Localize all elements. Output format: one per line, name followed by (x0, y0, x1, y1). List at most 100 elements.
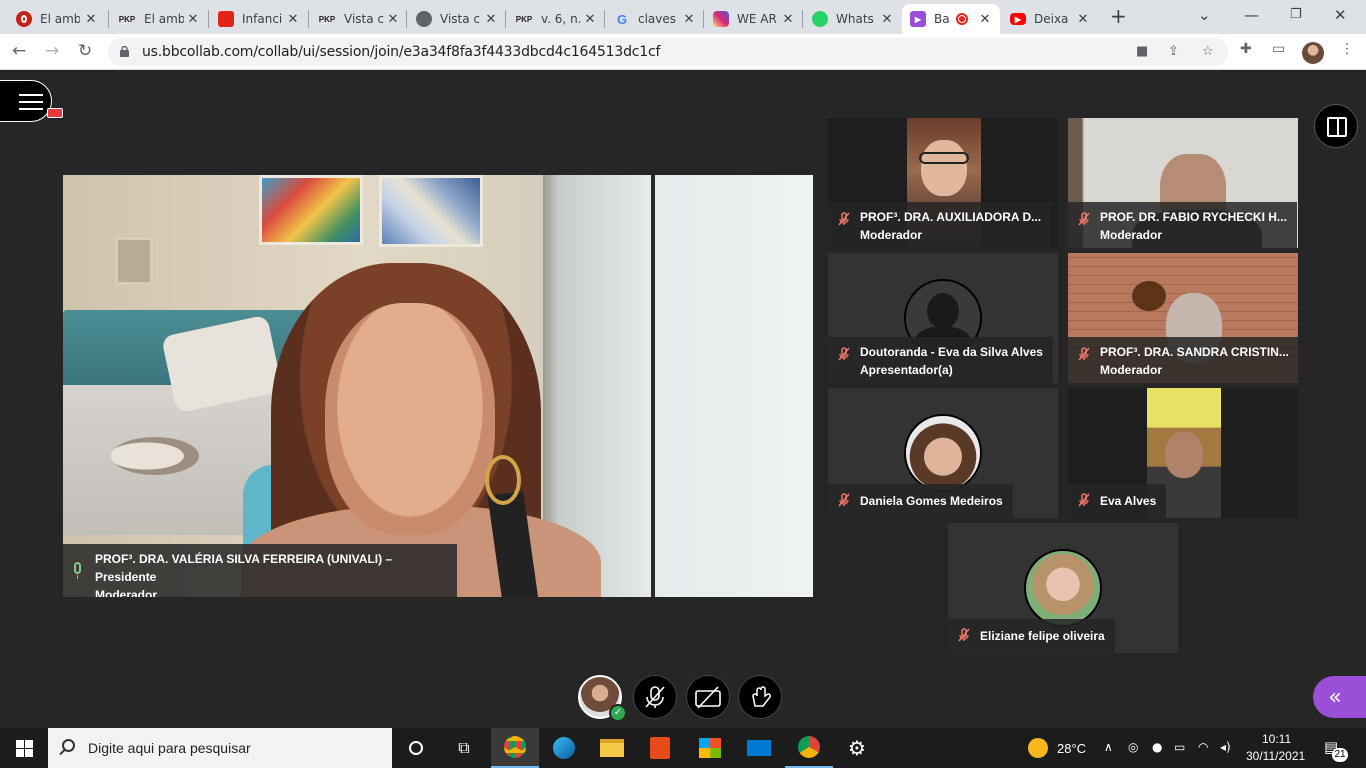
close-icon[interactable]: ✕ (484, 12, 498, 27)
task-view-icon[interactable]: ⧉ (440, 728, 488, 768)
video-painting (259, 175, 363, 245)
share-content-button[interactable] (738, 675, 782, 719)
new-tab-button[interactable]: + (1110, 4, 1127, 28)
participant-role: Moderador (860, 228, 923, 242)
participant-tile[interactable]: PROF. DR. FABIO RYCHECKI H... Moderador (1068, 118, 1298, 248)
participant-tile[interactable]: PROF³. DRA. SANDRA CRISTIN... Moderador (1068, 253, 1298, 383)
edge-icon (553, 737, 575, 759)
minimize-window-icon[interactable]: — (1244, 6, 1259, 24)
guitar-icon (1132, 281, 1166, 311)
camera-blocked-icon[interactable]: ■ (1136, 44, 1148, 59)
edge-taskbar-icon[interactable] (540, 728, 588, 768)
weather-temperature[interactable]: 28°C (1057, 741, 1086, 756)
share-icon[interactable]: ⇪ (1168, 44, 1179, 59)
extensions-puzzle-icon[interactable]: ✚ (1240, 41, 1252, 57)
video-door (543, 175, 813, 597)
close-icon[interactable]: ✕ (682, 12, 696, 27)
participant-tile[interactable]: Daniela Gomes Medeiros (828, 388, 1058, 518)
volume-icon[interactable]: ◂) (1220, 740, 1231, 754)
clock-date[interactable]: 30/11/2021 (1246, 749, 1305, 763)
collaborate-panel-button[interactable]: « (1313, 676, 1366, 718)
restore-window-icon[interactable]: ❐ (1290, 7, 1302, 22)
chevron-up-icon[interactable]: ∧ (1104, 740, 1113, 754)
participant-label: Eliziane felipe oliveira (948, 619, 1115, 653)
more-menu-icon[interactable]: ⋮ (1340, 41, 1354, 57)
close-icon[interactable]: ✕ (978, 12, 992, 27)
cortana-icon[interactable] (392, 728, 440, 768)
microphone-icon[interactable]: ● (1152, 740, 1162, 754)
forward-arrow-icon[interactable]: → (45, 41, 59, 61)
profile-avatar[interactable] (1302, 42, 1324, 64)
tab-whatsapp[interactable]: Whats ✕ (804, 4, 902, 34)
tab-el-ambiente-1[interactable]: El amb ✕ (8, 4, 106, 34)
tab-vista-1[interactable]: PKP Vista c ✕ (310, 4, 408, 34)
close-icon[interactable]: ✕ (286, 12, 300, 27)
close-icon[interactable]: ✕ (386, 12, 400, 27)
microphone-active-icon (74, 562, 81, 579)
participant-label: Doutoranda - Eva da Silva Alves Apresent… (828, 337, 1053, 383)
bookmark-star-icon[interactable]: ☆ (1202, 44, 1214, 59)
speaker-face (325, 303, 495, 535)
url-text[interactable]: us.bbcollab.com/collab/ui/session/join/e… (142, 44, 660, 60)
windows-start-icon[interactable] (16, 740, 33, 757)
close-window-icon[interactable]: ✕ (1334, 6, 1347, 24)
search-icon (62, 739, 75, 752)
tab-separator (802, 10, 803, 28)
close-icon[interactable]: ✕ (781, 12, 795, 27)
weather-sun-icon[interactable] (1028, 738, 1048, 758)
lock-icon (120, 46, 129, 57)
tab-search-button[interactable]: ⌄ (1198, 6, 1211, 24)
tab-infancia[interactable]: Infanci ✕ (210, 4, 308, 34)
taskbar-search-box[interactable]: Digite aqui para pesquisar (48, 728, 392, 768)
close-icon[interactable]: ✕ (84, 12, 98, 27)
wifi-icon[interactable]: ◠ (1198, 740, 1208, 754)
camera-off-icon (695, 686, 721, 709)
video-cat (111, 437, 199, 475)
store-taskbar-icon[interactable] (686, 728, 734, 768)
tab-youtube[interactable]: ▶ Deixa ✕ (1002, 4, 1098, 34)
tab-we-are[interactable]: WE AR ✕ (705, 4, 803, 34)
file-explorer-taskbar-icon[interactable] (588, 728, 636, 768)
participant-tile[interactable]: Doutoranda - Eva da Silva Alves Apresent… (828, 253, 1058, 383)
tab-title: Deixa (1034, 12, 1069, 26)
meet-now-icon[interactable]: ◎ (1128, 740, 1138, 754)
mail-taskbar-icon[interactable] (735, 728, 783, 768)
omnibox[interactable]: us.bbcollab.com/collab/ui/session/join/e… (108, 38, 1228, 66)
tab-separator (505, 10, 506, 28)
tab-blackboard[interactable]: ▶ Ba ✕ (902, 4, 1000, 34)
address-bar: ← → ↻ us.bbcollab.com/collab/ui/session/… (0, 34, 1366, 70)
reload-icon[interactable]: ↻ (78, 41, 92, 61)
layout-toggle-button[interactable] (1314, 104, 1358, 148)
tab-claves[interactable]: G claves ✕ (606, 4, 704, 34)
back-arrow-icon[interactable]: ← (12, 41, 26, 61)
participant-tile[interactable]: PROF³. DRA. AUXILIADORA D... Moderador (828, 118, 1058, 248)
close-icon[interactable]: ✕ (583, 12, 597, 27)
cortana-ring (409, 741, 423, 755)
battery-icon[interactable]: ▭ (1174, 740, 1185, 754)
pkp-icon: PKP (118, 14, 136, 24)
tab-v6[interactable]: PKP v. 6, n. ✕ (507, 4, 605, 34)
session-menu-button[interactable] (0, 80, 52, 122)
search-placeholder: Digite aqui para pesquisar (88, 740, 251, 756)
close-icon[interactable]: ✕ (880, 12, 894, 27)
microphone-toggle-button[interactable] (633, 675, 677, 719)
chrome-taskbar-icon[interactable] (491, 728, 539, 768)
participant-label: PROF³. DRA. SANDRA CRISTIN... Moderador (1068, 337, 1298, 383)
settings-taskbar-icon[interactable]: ⚙ (833, 728, 881, 768)
participant-tile[interactable]: Eliziane felipe oliveira (948, 523, 1178, 653)
chrome-profile-taskbar-icon[interactable] (785, 728, 833, 768)
cast-icon[interactable]: ▭ (1272, 41, 1285, 57)
participant-tile[interactable]: Eva Alves (1068, 388, 1298, 518)
office-taskbar-icon[interactable] (636, 728, 684, 768)
tab-vista-2[interactable]: Vista c ✕ (408, 4, 506, 34)
pkp-icon: PKP (515, 14, 533, 24)
clock-time[interactable]: 10:11 (1262, 732, 1291, 746)
close-icon[interactable]: ✕ (186, 12, 200, 27)
camera-toggle-button[interactable] (686, 675, 730, 719)
task-view-glyph: ⧉ (458, 738, 470, 757)
tab-title: Ba (934, 12, 950, 26)
close-icon[interactable]: ✕ (1076, 12, 1090, 27)
microphone-muted-icon (838, 493, 850, 507)
status-check-icon: ✓ (609, 704, 627, 722)
tab-el-ambiente-2[interactable]: PKP El amb ✕ (110, 4, 208, 34)
